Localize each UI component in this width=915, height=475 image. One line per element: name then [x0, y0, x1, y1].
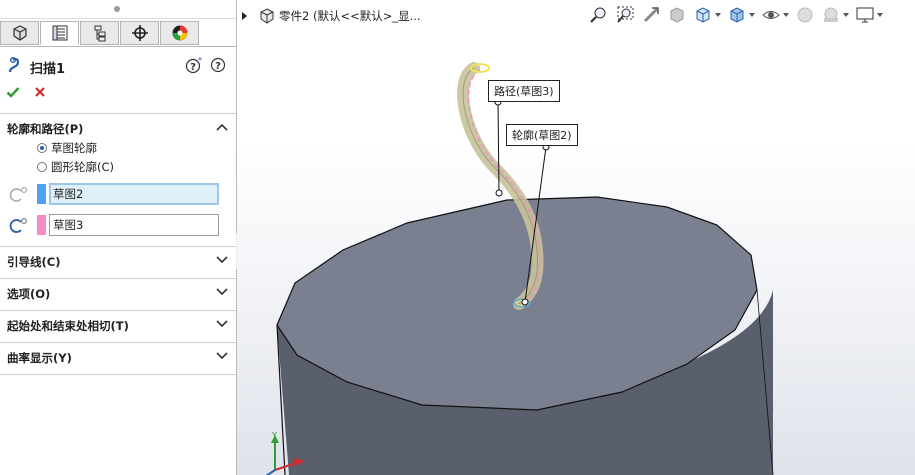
part-name: 零件2 (默认<<默认>_显...: [279, 9, 421, 23]
profile-callout[interactable]: 轮廓(草图2): [506, 124, 578, 146]
part-icon: [260, 8, 274, 24]
feature-manager-tab[interactable]: [0, 21, 39, 45]
apply-scene-icon: [824, 7, 838, 22]
chevron-down-icon[interactable]: [216, 319, 228, 329]
feature-manager-icon: [12, 25, 27, 41]
edit-appearance-button[interactable]: [795, 5, 815, 25]
profile-icon: [9, 186, 28, 202]
chevron-down-icon[interactable]: [216, 287, 228, 297]
section-curvature-display[interactable]: 曲率显示(Y): [0, 343, 236, 373]
svg-text:Y: Y: [271, 431, 277, 440]
previous-view-icon: [643, 7, 659, 23]
profile-selection-box[interactable]: 草图2: [49, 183, 219, 205]
view-orientation-icon: [696, 7, 710, 23]
ok-cancel-row: [0, 82, 236, 102]
section-guide-curves-label: 引导线(C): [7, 255, 61, 269]
section-view-icon: [670, 7, 684, 23]
panel-grip[interactable]: [0, 0, 236, 19]
heads-up-view-toolbar: [589, 4, 883, 26]
section-options-label: 选项(O): [7, 287, 51, 301]
property-manager-tab[interactable]: [40, 21, 79, 45]
dimxpert-icon: [131, 25, 148, 41]
sweep-icon: [8, 57, 20, 73]
configuration-manager-icon: [94, 25, 105, 42]
zoom-to-fit-button[interactable]: [589, 5, 609, 25]
property-manager-icon: [52, 25, 67, 41]
path-color-swatch: [37, 215, 46, 235]
profile-selection-row: 草图2: [0, 183, 236, 207]
dropdown-arrow-icon[interactable]: [715, 13, 721, 17]
dimxpert-tab[interactable]: [120, 21, 159, 45]
chevron-down-icon[interactable]: [216, 351, 228, 361]
view-settings-icon: [856, 7, 874, 23]
section-tangency[interactable]: 起始处和结束处相切(T): [0, 311, 236, 341]
expand-arrow-icon[interactable]: [242, 12, 247, 20]
section-view-button[interactable]: [667, 5, 687, 25]
panel-tabs: [0, 19, 236, 47]
feature-header: 扫描1 ? * ?: [0, 52, 236, 78]
section-curvature-display-label: 曲率显示(Y): [7, 351, 72, 365]
apply-scene-button[interactable]: [821, 5, 841, 25]
view-settings-button[interactable]: [855, 5, 875, 25]
display-style-button[interactable]: [727, 5, 747, 25]
radio-sketch-profile[interactable]: 草图轮廓: [37, 140, 97, 156]
path-callout[interactable]: 路径(草图3): [488, 80, 560, 102]
display-style-icon: [730, 7, 744, 23]
whats-new-help-icon[interactable]: ?*: [185, 57, 203, 75]
display-manager-tab[interactable]: [160, 21, 199, 45]
configuration-manager-tab[interactable]: [80, 21, 119, 45]
dropdown-arrow-icon[interactable]: [877, 13, 883, 17]
view-orientation-button[interactable]: [693, 5, 713, 25]
section-profile-path-label: 轮廓和路径(P): [7, 122, 84, 136]
help-icon[interactable]: ?: [210, 57, 226, 73]
dropdown-arrow-icon[interactable]: [843, 13, 849, 17]
previous-view-button[interactable]: [641, 5, 661, 25]
chevron-down-icon[interactable]: [216, 255, 228, 265]
zoom-to-fit-icon: [590, 7, 606, 23]
edit-appearance-icon: [797, 7, 813, 23]
graphics-area[interactable]: Y 路径(草图3) 轮廓(草图2) 零件2 (默认<<默认>_显...: [237, 0, 915, 475]
display-manager-icon: [172, 25, 187, 41]
section-profile-path[interactable]: 轮廓和路径(P): [0, 114, 236, 144]
path-selection-box[interactable]: 草图3: [49, 214, 219, 236]
svg-text:*: *: [198, 57, 202, 65]
hide-show-items-button[interactable]: [761, 5, 781, 25]
property-manager: 扫描1 ? * ? 轮廓和路径(P) 草图轮廓 圆形轮廓(C) 草图2 草图3 引…: [0, 0, 237, 475]
radio-circular-profile[interactable]: 圆形轮廓(C): [37, 159, 114, 175]
ok-check-icon[interactable]: [6, 85, 20, 99]
svg-text:?: ?: [190, 62, 196, 73]
section-options[interactable]: 选项(O): [0, 279, 236, 309]
profile-color-swatch: [37, 184, 46, 204]
section-guide-curves[interactable]: 引导线(C): [0, 247, 236, 277]
dropdown-arrow-icon[interactable]: [749, 13, 755, 17]
zoom-to-area-button[interactable]: [615, 5, 635, 25]
svg-text:?: ?: [215, 61, 221, 72]
section-tangency-label: 起始处和结束处相切(T): [7, 319, 129, 333]
chevron-up-icon[interactable]: [216, 122, 228, 132]
dropdown-arrow-icon[interactable]: [783, 13, 789, 17]
path-icon: [9, 217, 28, 233]
feature-tree-flyout[interactable]: 零件2 (默认<<默认>_显...: [242, 6, 421, 26]
feature-title: 扫描1: [30, 62, 66, 77]
model-view[interactable]: Y: [237, 0, 915, 475]
path-selection-row: 草图3: [0, 214, 236, 238]
cancel-x-icon[interactable]: [34, 86, 46, 98]
radio-button[interactable]: [37, 162, 47, 172]
radio-button-selected[interactable]: [37, 143, 47, 153]
hide-show-items-icon: [762, 11, 780, 19]
zoom-to-area-icon: [617, 6, 634, 23]
